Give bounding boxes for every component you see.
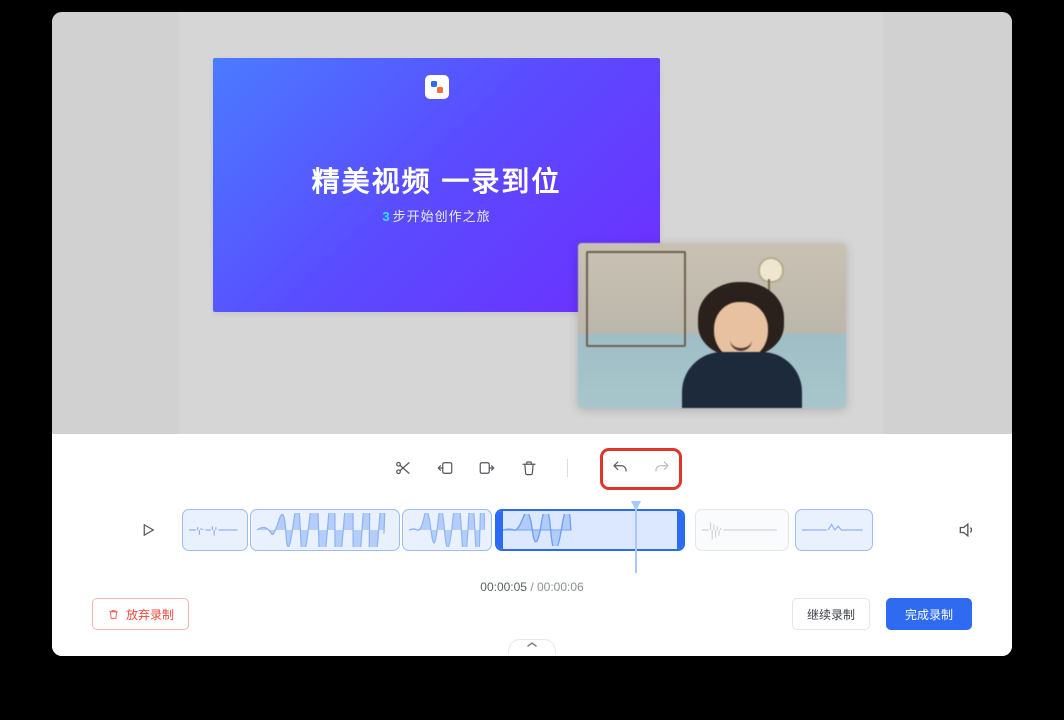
webcam-overlay[interactable] [578,243,846,408]
timeline-clip[interactable] [795,509,873,551]
app-logo-icon [425,75,449,99]
timeline-clip-muted[interactable] [695,509,789,551]
preview-area: 精美视频 一录到位 3步开始创作之旅 [52,12,1012,434]
cut-icon[interactable] [393,458,413,478]
trim-end-icon[interactable] [477,458,497,478]
clip-handle-right[interactable] [677,511,684,549]
discard-label: 放弃录制 [126,606,174,623]
play-button[interactable] [136,518,160,542]
edit-toolbar [52,454,1012,482]
volume-icon[interactable] [956,519,978,541]
slide-sub-rest: 步开始创作之旅 [393,209,491,224]
footer-bar: 放弃录制 继续录制 完成录制 [92,596,972,632]
finish-label: 完成录制 [905,606,953,623]
slide-title: 精美视频 一录到位 [213,160,660,200]
time-total: 00:00:06 [537,580,584,594]
timeline-clip[interactable] [402,509,492,551]
timeline-clip[interactable] [250,509,400,551]
timeline-clip-selected[interactable] [495,509,685,551]
slide-sub-lead: 3 [382,209,390,224]
redo-icon[interactable] [652,458,672,478]
continue-button[interactable]: 继续录制 [792,598,870,630]
time-display: 00:00:05 / 00:00:06 [52,580,1012,594]
timeline-row [136,509,928,551]
collapse-handle-icon[interactable] [508,639,556,654]
finish-button[interactable]: 完成录制 [886,598,972,630]
delete-icon[interactable] [519,458,539,478]
time-current: 00:00:05 [480,580,527,594]
slide-subtitle: 3步开始创作之旅 [213,206,660,225]
timeline-track[interactable] [182,509,928,551]
trim-start-icon[interactable] [435,458,455,478]
recorder-editor-window: 精美视频 一录到位 3步开始创作之旅 [52,12,1012,656]
controls-panel: 00:00:05 / 00:00:06 放弃录制 继续录制 完成录制 [52,434,1012,656]
timeline-clip[interactable] [182,509,248,551]
toolbar-separator [567,459,568,477]
clip-handle-left[interactable] [496,511,503,549]
undo-icon[interactable] [610,458,630,478]
continue-label: 继续录制 [807,606,855,623]
discard-button[interactable]: 放弃录制 [92,598,189,630]
time-sep: / [527,580,537,594]
